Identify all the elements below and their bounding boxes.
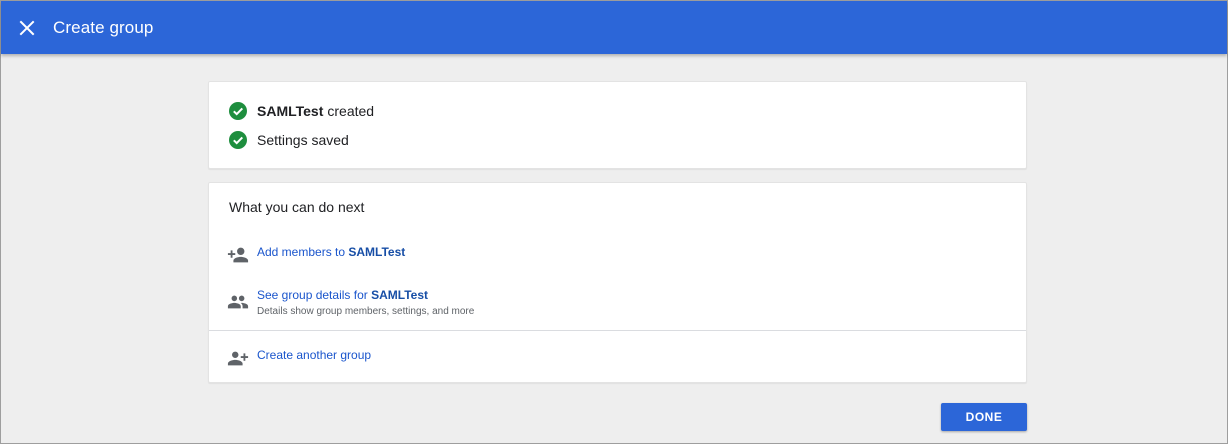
create-another-action[interactable]: Create another group [227,347,371,369]
add-members-action[interactable]: Add members to SAMLTest [227,244,405,266]
status-text: Settings saved [257,132,349,148]
group-name: SAMLTest [257,103,324,119]
close-icon [19,20,35,35]
add-members-link[interactable]: Add members to SAMLTest [257,244,405,260]
close-button[interactable] [1,1,53,54]
group-details-action[interactable]: See group details for SAMLTest Details s… [227,287,474,317]
create-another-link[interactable]: Create another group [257,347,371,363]
status-group-created: SAMLTest created [229,102,374,120]
group-details-link[interactable]: See group details for SAMLTest [257,287,474,303]
done-button[interactable]: DONE [941,403,1027,431]
next-steps-card: What you can do next Add members to SAML… [208,182,1027,383]
check-circle-icon [229,102,247,120]
group-details-description: Details show group members, settings, an… [257,306,475,317]
status-card: SAMLTest created Settings saved [208,81,1027,169]
check-circle-icon [229,131,247,149]
group-add-icon [227,347,249,369]
top-app-bar: Create group [1,1,1227,54]
person-add-icon [227,244,249,266]
status-settings-saved: Settings saved [229,131,349,149]
divider [209,330,1026,331]
next-steps-heading: What you can do next [229,199,365,215]
status-text: created [327,103,375,119]
page-title: Create group [53,17,154,37]
group-icon [227,291,249,313]
